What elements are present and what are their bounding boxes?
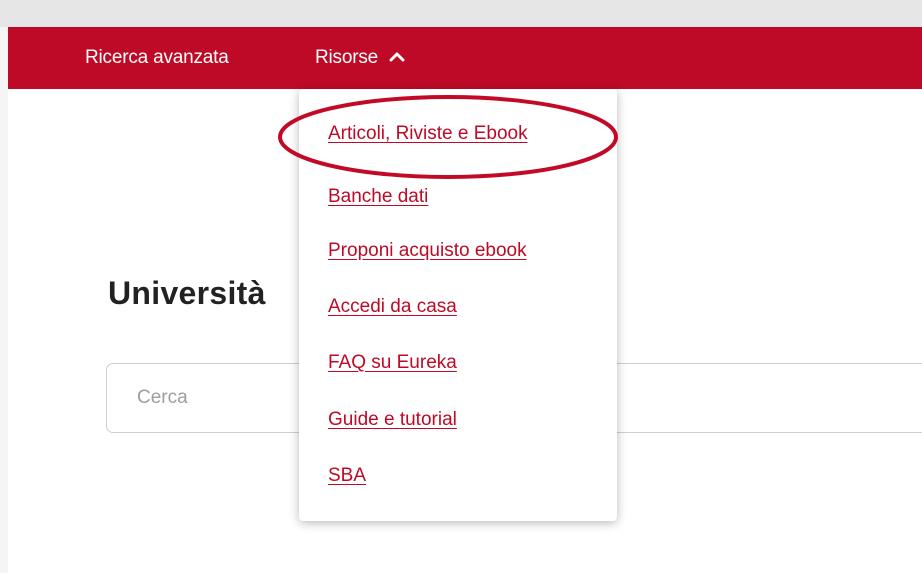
nav-resources-menu[interactable]: Risorse [315,47,405,69]
menu-item-sba[interactable]: SBA [328,465,366,487]
resources-dropdown-menu: Articoli, Riviste e Ebook Banche dati Pr… [299,89,617,521]
nav-resources-label: Risorse [315,47,379,68]
page: Ricerca avanzata Risorse Università Arti… [0,0,922,573]
menu-item-remote-access[interactable]: Accedi da casa [328,296,457,318]
menu-item-databases[interactable]: Banche dati [328,186,428,208]
chevron-up-icon [389,52,405,62]
menu-item-articles[interactable]: Articoli, Riviste e Ebook [328,123,528,145]
page-title: Università [108,275,266,311]
nav-advanced-search[interactable]: Ricerca avanzata [85,47,229,69]
browser-top-strip [0,0,922,27]
main-navbar: Ricerca avanzata Risorse [8,27,922,89]
menu-item-guides[interactable]: Guide e tutorial [328,409,457,431]
menu-item-faq[interactable]: FAQ su Eureka [328,352,457,374]
menu-item-ebook-request[interactable]: Proponi acquisto ebook [328,240,527,262]
